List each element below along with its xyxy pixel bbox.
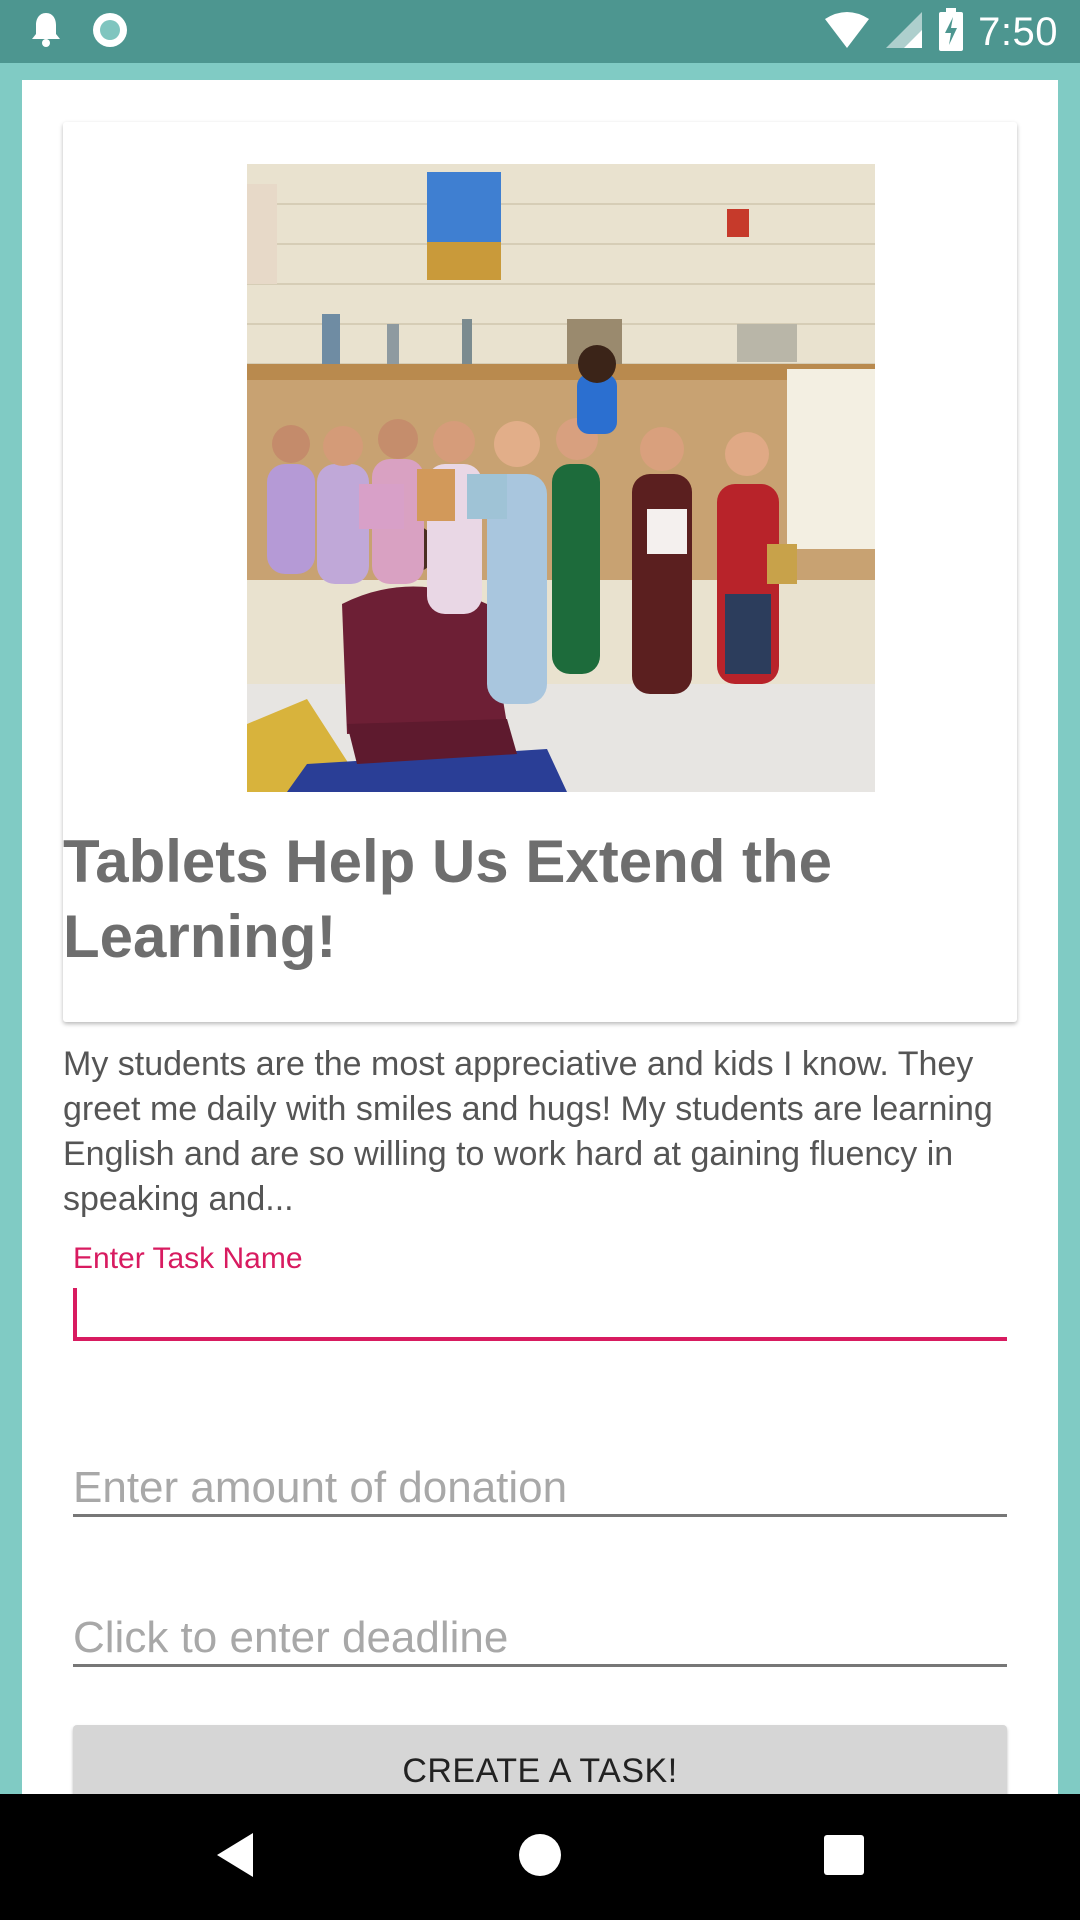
home-icon [518,1833,562,1882]
wifi-icon [824,11,870,54]
project-card[interactable]: Tablets Help Us Extend the Learning! [63,122,1017,1022]
classroom-photo-illustration [247,164,875,792]
status-time: 7:50 [978,9,1058,54]
main-content: Tablets Help Us Extend the Learning! My … [22,80,1058,1794]
deadline-input[interactable] [73,1608,1007,1668]
task-name-input[interactable] [73,1284,1007,1344]
task-name-underline [73,1337,1007,1341]
back-icon [213,1831,257,1884]
project-description: My students are the most appreciative an… [63,1045,993,1218]
donation-underline [73,1514,1007,1517]
status-left [28,10,130,54]
recents-icon [823,1834,865,1881]
deadline-underline [73,1664,1007,1667]
recents-button[interactable] [784,1794,904,1920]
home-button[interactable] [480,1794,600,1920]
donation-field[interactable] [73,1450,1007,1540]
status-bar: 7:50 [0,0,1080,63]
classroom-photo [247,164,875,792]
cell-signal-icon [884,11,924,54]
create-task-button[interactable]: CREATE A TASK! [73,1725,1007,1794]
notification-bell-icon [28,10,64,55]
task-name-label: Enter Task Name [73,1242,303,1275]
navigation-bar [0,1794,1080,1920]
sync-circle-icon [90,10,130,55]
deadline-field[interactable] [73,1600,1007,1690]
back-button[interactable] [175,1794,295,1920]
battery-charging-icon [938,7,964,57]
donation-input[interactable] [73,1458,1007,1518]
project-title: Tablets Help Us Extend the Learning! [63,828,833,970]
task-name-field[interactable]: Enter Task Name [73,1242,1007,1344]
status-right: 7:50 [824,7,1058,57]
